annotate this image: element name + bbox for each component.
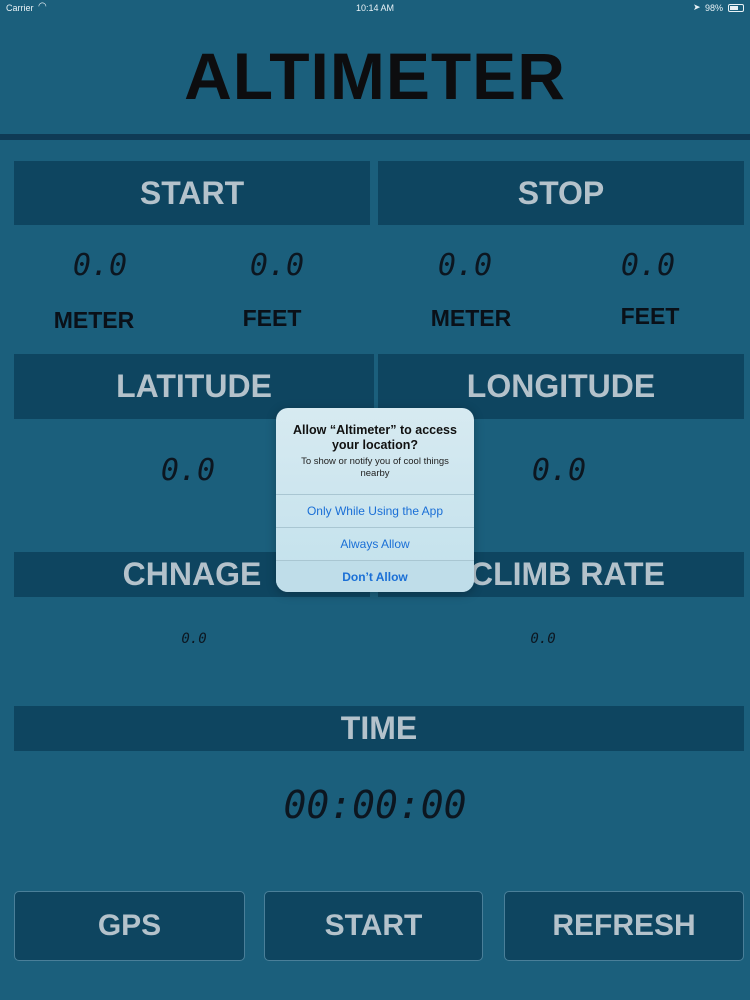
start-meter-value: 0.0 (72, 248, 128, 283)
stop-meter-unit: METER (430, 305, 512, 331)
battery-percent: 98% (705, 3, 724, 13)
status-bar: Carrier ◠ 10:14 AM ➤ 98% (0, 0, 750, 16)
latitude-value: 0.0 (160, 453, 216, 488)
stop-panel-header: STOP (378, 161, 744, 225)
climb-rate-value: 0.0 (530, 631, 556, 647)
location-arrow-icon: ➤ (693, 2, 701, 12)
time-header: TIME (14, 706, 744, 751)
start-button[interactable]: START (264, 891, 483, 961)
app-title: ALTIMETER (184, 39, 566, 113)
stop-feet-unit: FEET (620, 303, 680, 329)
time-value: 00:00:00 (283, 783, 467, 827)
status-time: 10:14 AM (355, 3, 395, 13)
gps-button[interactable]: GPS (14, 891, 245, 961)
start-meter-unit: METER (53, 307, 135, 333)
location-permission-alert: Allow “Altimeter” to access your locatio… (276, 408, 474, 592)
battery-icon (728, 4, 744, 12)
start-feet-unit: FEET (242, 305, 302, 331)
longitude-value: 0.0 (531, 453, 587, 488)
always-allow-button[interactable]: Always Allow (276, 527, 474, 559)
stop-meter-value: 0.0 (437, 248, 493, 283)
alert-message: To show or notify you of cool things nea… (301, 456, 449, 479)
climb-rate-label: CLIMB RATE (470, 556, 665, 592)
alert-title: Allow “Altimeter” to access your locatio… (293, 423, 457, 452)
refresh-button[interactable]: REFRESH (504, 891, 744, 961)
dont-allow-button[interactable]: Don’t Allow (276, 560, 474, 592)
stop-feet-value: 0.0 (620, 248, 676, 283)
change-value: 0.0 (181, 631, 207, 647)
start-panel-header: START (14, 161, 370, 225)
start-feet-value: 0.0 (249, 248, 305, 283)
allow-while-using-button[interactable]: Only While Using the App (276, 494, 474, 526)
title-divider (0, 134, 750, 140)
